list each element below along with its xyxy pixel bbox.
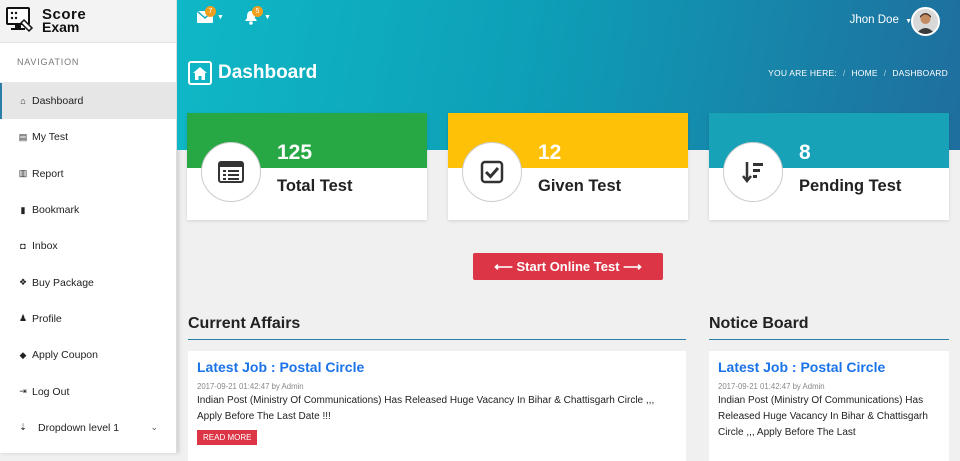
sign-out-icon: ⇥ <box>19 386 27 397</box>
stat-label: Total Test <box>277 177 353 195</box>
caret-down-icon: ▼ <box>217 14 224 21</box>
list-alt-icon <box>201 142 261 202</box>
current-affairs-heading: Current Affairs <box>188 315 686 340</box>
user-menu[interactable]: Jhon Doe ▼ <box>850 14 912 26</box>
bell-count-badge: 5 <box>252 6 263 17</box>
notice-board-panel: Latest Job : Postal Circle 2017-09-21 01… <box>709 351 949 461</box>
sidebar-item-dashboard[interactable]: ⌂ Dashboard <box>0 83 176 120</box>
sidebar-item-label: Apply Coupon <box>32 349 98 362</box>
sidebar-item-bookmark[interactable]: ▮ Bookmark <box>0 192 176 228</box>
notice-meta: 2017-09-21 01:42:47 by Admin <box>718 382 825 391</box>
breadcrumb-prefix: YOU ARE HERE: <box>768 68 837 78</box>
bar-chart-icon: ▥ <box>18 168 28 179</box>
read-more-button[interactable]: READ MORE <box>197 430 258 445</box>
notice-board-heading: Notice Board <box>709 315 949 340</box>
sidebar-item-log-out[interactable]: ⇥ Log Out <box>0 373 176 409</box>
caret-down-icon: ▼ <box>264 14 271 21</box>
page-title: Dashboard <box>188 61 317 85</box>
sidebar-item-my-test[interactable]: ▤ My Test <box>0 119 176 155</box>
bookmark-icon: ▮ <box>20 204 26 215</box>
sidebar-item-label: Log Out <box>32 385 70 398</box>
sidebar-item-label: My Test <box>32 131 68 144</box>
avatar[interactable] <box>911 7 940 36</box>
user-icon: ♟ <box>18 313 28 324</box>
sidebar-item-label: Profile <box>32 312 62 325</box>
sidebar-item-inbox[interactable]: ◘ Inbox <box>0 228 176 264</box>
stat-label: Pending Test <box>799 177 902 195</box>
sidebar-item-profile[interactable]: ♟ Profile <box>0 301 176 337</box>
sidebar-item-label: Report <box>32 167 64 180</box>
stat-card-total[interactable]: 125 Total Test <box>187 113 427 220</box>
check-square-icon <box>462 142 522 202</box>
home-icon <box>188 61 212 85</box>
list-icon: ▤ <box>18 131 28 142</box>
sidebar-item-buy-package[interactable]: ❖ Buy Package <box>0 264 176 300</box>
sidebar-item-label: Dropdown level 1 <box>38 421 120 434</box>
dropbox-icon: ❖ <box>18 277 28 288</box>
page-title-text: Dashboard <box>218 62 318 83</box>
home-icon: ⌂ <box>20 96 26 107</box>
user-name: Jhon Doe <box>849 14 899 26</box>
sidebar-item-dropdown-level-1[interactable]: ⇣ Dropdown level 1 ⌄ <box>0 410 176 446</box>
logo-text: Score Exam <box>42 7 86 34</box>
sidebar-item-label: Bookmark <box>32 204 80 217</box>
nav-menu: ⌂ Dashboard ▤ My Test ▥ Report ▮ Bookmark ◘ Inbox… <box>0 83 176 446</box>
breadcrumb-home[interactable]: HOME <box>851 68 877 78</box>
sidebar-item-label: Inbox <box>32 240 58 253</box>
chevron-down-icon: ⌄ <box>150 422 158 433</box>
sidebar-item-label: Dashboard <box>32 95 84 108</box>
topbar: 7 ▼ 5 ▼ Jhon Doe ▼ <box>177 0 960 43</box>
sort-amount-icon <box>723 142 783 202</box>
stat-label: Given Test <box>538 177 622 195</box>
stat-value: 12 <box>538 141 562 164</box>
inbox-icon: ◘ <box>20 241 26 252</box>
sort-icon: ⇣ <box>19 422 27 433</box>
breadcrumb: YOU ARE HERE: / HOME / DASHBOARD <box>768 68 948 78</box>
sidebar-item-label: Buy Package <box>32 276 94 289</box>
post-text: Indian Post (Ministry Of Communications)… <box>197 395 655 422</box>
post-headline[interactable]: Latest Job : Postal Circle <box>197 359 677 375</box>
breadcrumb-current: DASHBOARD <box>892 68 948 78</box>
current-affairs-panel: Latest Job : Postal Circle 2017-09-21 01… <box>188 351 686 461</box>
tag-icon: ◆ <box>19 349 27 360</box>
stat-card-given[interactable]: 12 Given Test <box>448 113 688 220</box>
start-online-test-button[interactable]: ⟵ Start Online Test ⟶ <box>473 253 663 280</box>
stat-card-pending[interactable]: 8 Pending Test <box>709 113 949 220</box>
logo[interactable]: Score Exam <box>0 0 176 43</box>
nav-heading: NAVIGATION <box>0 43 176 83</box>
notification-button[interactable]: 5 <box>244 6 263 30</box>
monitor-icon <box>6 6 38 36</box>
post-meta: 2017-09-21 01:42:47 by Admin <box>197 382 304 391</box>
sidebar-item-report[interactable]: ▥ Report <box>0 156 176 192</box>
notice-headline[interactable]: Latest Job : Postal Circle <box>718 359 940 375</box>
stat-value: 8 <box>799 141 811 164</box>
notice-text: Indian Post (Ministry Of Communications)… <box>718 395 928 438</box>
sidebar-item-apply-coupon[interactable]: ◆ Apply Coupon <box>0 337 176 373</box>
mail-button[interactable]: 7 <box>196 6 216 28</box>
mail-count-badge: 7 <box>205 6 216 17</box>
sidebar: Score Exam NAVIGATION ⌂ Dashboard ▤ My Test… <box>0 0 177 453</box>
stat-value: 125 <box>277 141 313 164</box>
